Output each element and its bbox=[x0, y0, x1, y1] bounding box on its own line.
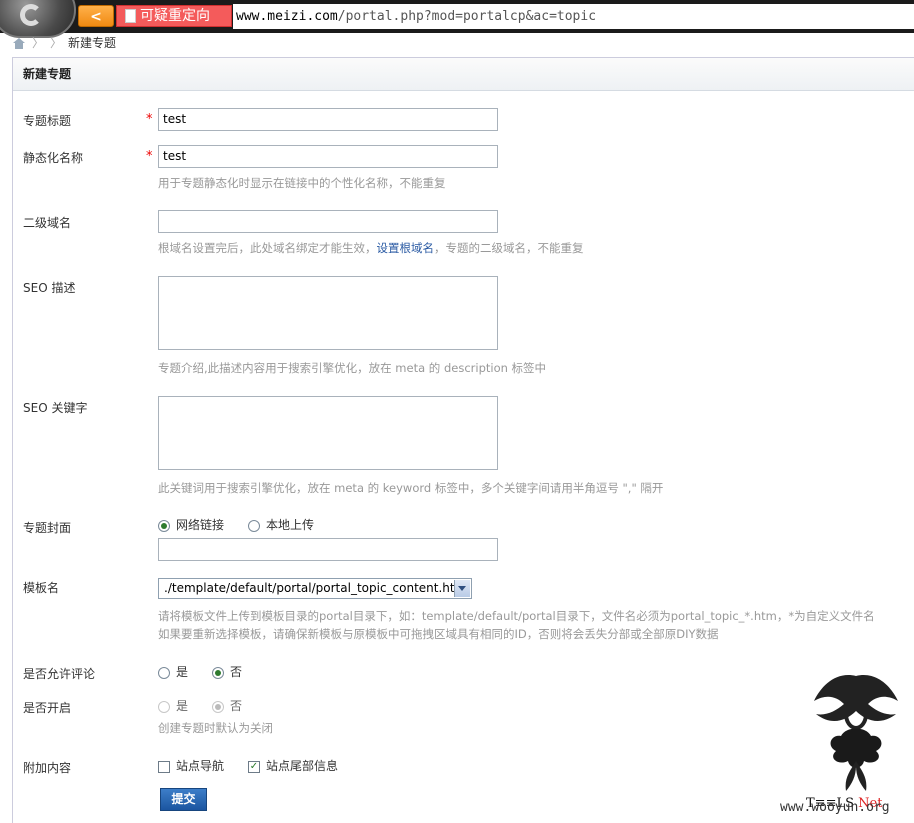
radio-checked-icon[interactable] bbox=[212, 666, 224, 679]
title-label: 专题标题 bbox=[23, 114, 72, 128]
seo-description-tip: 专题介绍,此描述内容用于搜索引擎优化，放在 meta 的 description… bbox=[158, 361, 547, 375]
submit-button[interactable]: 提交 bbox=[160, 788, 207, 811]
address-bar[interactable]: www.meizi.com/portal.php?mod=portalcp&ac… bbox=[233, 4, 914, 29]
topic-title-input[interactable]: test bbox=[158, 108, 498, 131]
seo-keywords-tip: 此关键词用于搜索引擎优化，放在 meta 的 keyword 标签中，多个关键字… bbox=[158, 481, 664, 495]
redirect-warning-badge[interactable]: 可疑重定向 bbox=[116, 5, 232, 27]
cover-label: 专题封面 bbox=[23, 521, 72, 535]
seo-keywords-label: SEO 关键字 bbox=[23, 401, 88, 415]
radio-disabled-icon bbox=[158, 700, 170, 713]
radio-disabled-checked-icon bbox=[212, 700, 224, 713]
subdomain-tip-text: 根域名设置完后，此处域名绑定才能生效， bbox=[158, 241, 377, 255]
cover-option-local-label: 本地上传 bbox=[266, 518, 315, 532]
chevron-down-icon[interactable] bbox=[454, 580, 470, 597]
enabled-option-yes: 是 bbox=[158, 697, 188, 714]
checkbox-checked-icon[interactable]: ✓ bbox=[248, 760, 260, 773]
comment-option-yes-label: 是 bbox=[176, 665, 189, 679]
comment-option-no-label: 否 bbox=[230, 665, 243, 679]
enabled-option-yes-label: 是 bbox=[176, 699, 189, 713]
subdomain-tip-text-after: ，专题的二级域名，不能重复 bbox=[434, 241, 584, 255]
url-path: /portal.php?mod=portalcp&ac=topic bbox=[337, 9, 597, 24]
template-select-value: ./template/default/portal/portal_topic_c… bbox=[164, 581, 467, 595]
static-name-input[interactable]: test bbox=[158, 145, 498, 168]
redirect-warning-text: 可疑重定向 bbox=[140, 8, 210, 24]
watermark-site: www.wooyun.org bbox=[780, 800, 890, 815]
extra-content-label: 附加内容 bbox=[23, 761, 72, 775]
template-select[interactable]: ./template/default/portal/portal_topic_c… bbox=[158, 578, 472, 599]
breadcrumb-current: 新建专题 bbox=[68, 36, 117, 50]
radio-checked-icon[interactable] bbox=[158, 519, 170, 532]
cover-url-input[interactable] bbox=[158, 538, 498, 561]
subdomain-tip: 根域名设置完后，此处域名绑定才能生效，设置根域名，专题的二级域名，不能重复 bbox=[158, 240, 584, 256]
subdomain-input[interactable] bbox=[158, 210, 498, 233]
cover-option-network-label: 网络链接 bbox=[176, 518, 225, 532]
back-button[interactable]: < bbox=[78, 5, 114, 27]
home-icon[interactable] bbox=[12, 38, 26, 49]
cover-option-network[interactable]: 网络链接 bbox=[158, 516, 224, 533]
extra-site-nav[interactable]: 站点导航 bbox=[158, 757, 224, 774]
enabled-option-no: 否 bbox=[212, 697, 242, 714]
enabled-option-no-label: 否 bbox=[230, 699, 243, 713]
breadcrumb: 〉〉新建专题 bbox=[12, 34, 116, 50]
required-mark: * bbox=[146, 112, 153, 127]
required-mark: * bbox=[146, 149, 153, 164]
checkbox-unchecked-icon[interactable] bbox=[158, 760, 170, 773]
template-tip-2: 如果要重新选择模板，请确保新模板与原模板中可拖拽区域具有相同的ID，否则将会丢失… bbox=[158, 627, 719, 641]
static-name-label: 静态化名称 bbox=[23, 151, 84, 165]
template-label: 模板名 bbox=[23, 581, 60, 595]
breadcrumb-separator: 〉 bbox=[32, 36, 39, 50]
seo-description-textarea[interactable] bbox=[158, 276, 498, 350]
extra-site-nav-label: 站点导航 bbox=[176, 759, 225, 773]
seo-description-label: SEO 描述 bbox=[23, 281, 76, 295]
radio-unchecked-icon[interactable] bbox=[248, 519, 260, 532]
set-root-domain-link[interactable]: 设置根域名 bbox=[377, 241, 435, 255]
panel-title: 新建专题 bbox=[13, 58, 914, 91]
page-icon bbox=[125, 9, 136, 23]
browser-logo-icon bbox=[0, 0, 76, 38]
radio-unchecked-icon[interactable] bbox=[158, 666, 170, 679]
extra-site-footer-label: 站点尾部信息 bbox=[266, 759, 339, 773]
dragon-watermark-icon bbox=[814, 675, 898, 791]
subdomain-label: 二级域名 bbox=[23, 216, 72, 230]
breadcrumb-separator: 〉 bbox=[50, 36, 63, 50]
comment-option-yes[interactable]: 是 bbox=[158, 663, 188, 680]
browser-toolbar: < 可疑重定向 www.meizi.com/portal.php?mod=por… bbox=[0, 0, 914, 38]
enabled-tip: 创建专题时默认为关闭 bbox=[158, 721, 273, 735]
static-name-tip: 用于专题静态化时显示在链接中的个性化名称，不能重复 bbox=[158, 176, 446, 190]
enabled-label: 是否开启 bbox=[23, 701, 72, 715]
extra-site-footer[interactable]: ✓ 站点尾部信息 bbox=[248, 757, 338, 774]
allow-comment-label: 是否允许评论 bbox=[23, 667, 96, 681]
cover-option-local[interactable]: 本地上传 bbox=[248, 516, 314, 533]
template-tip-1: 请将模板文件上传到模板目录的portal目录下，如：template/defau… bbox=[158, 609, 875, 623]
seo-keywords-textarea[interactable] bbox=[158, 396, 498, 470]
comment-option-no[interactable]: 否 bbox=[212, 663, 242, 680]
url-host: www.meizi.com bbox=[236, 9, 338, 24]
